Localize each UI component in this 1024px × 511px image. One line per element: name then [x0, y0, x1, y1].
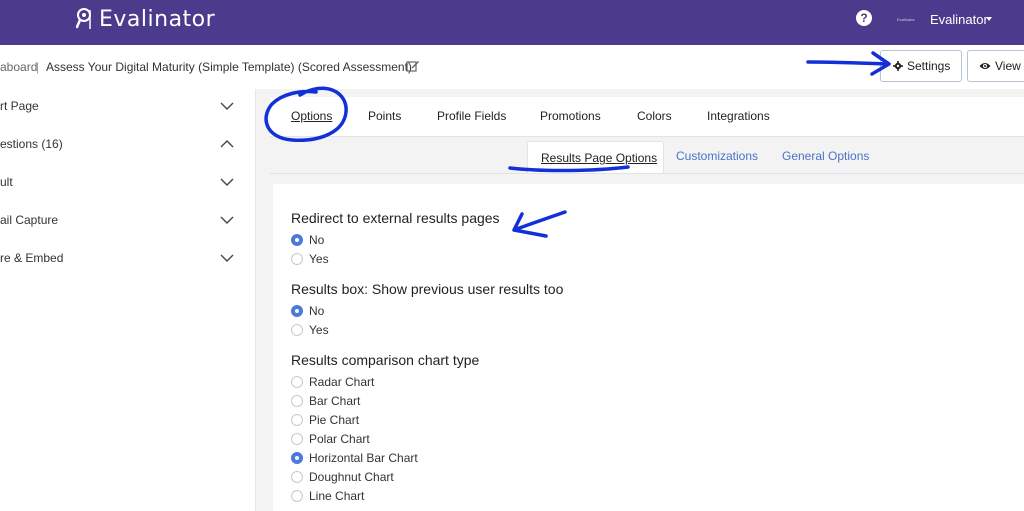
breadcrumb-parent[interactable]: aboard — [0, 60, 37, 74]
radio-button[interactable] — [291, 414, 303, 426]
chevron-down-icon — [220, 216, 234, 224]
settings-button[interactable]: Settings — [880, 50, 962, 82]
question-circle-icon[interactable]: ? — [856, 10, 872, 26]
results-box-title: Results box: Show previous user results … — [291, 281, 564, 297]
radio-button[interactable] — [291, 433, 303, 445]
radio-button[interactable] — [291, 395, 303, 407]
radio-label: Polar Chart — [309, 432, 370, 446]
user-menu[interactable]: Evalinator — [930, 12, 988, 27]
radio-label: Horizontal Bar Chart — [309, 451, 418, 465]
top-header: Evalinator ? Evalinator Evalinator — [0, 0, 1024, 45]
results-box-option-no[interactable]: No — [291, 303, 324, 319]
breadcrumb-separator: | — [36, 60, 40, 74]
edit-icon[interactable] — [406, 59, 420, 73]
radio-label: Bar Chart — [309, 394, 361, 408]
sidebar-item-label: re & Embed — [0, 251, 64, 265]
gear-icon — [893, 61, 903, 71]
redirect-option-no[interactable]: No — [291, 232, 324, 248]
sidebar-item-start-page[interactable]: rt Page — [0, 89, 250, 127]
radio-label: Yes — [309, 323, 329, 337]
view-button-label: View — [995, 59, 1021, 73]
results-box-option-yes[interactable]: Yes — [291, 322, 329, 338]
radio-button[interactable] — [291, 452, 303, 464]
subtab-results-page-options[interactable]: Results Page Options — [527, 141, 664, 173]
sidebar-item-label: ult — [0, 175, 13, 189]
options-subtabs: Results Page Options Customizations Gene… — [270, 137, 1024, 182]
chart-type-title: Results comparison chart type — [291, 352, 480, 368]
redirect-title: Redirect to external results pages — [291, 210, 500, 226]
chart-type-option-pie[interactable]: Pie Chart — [291, 412, 359, 428]
user-avatar-label: Evalinator — [897, 17, 915, 22]
tab-options[interactable]: Options — [291, 109, 332, 123]
chart-type-option-doughnut[interactable]: Doughnut Chart — [291, 469, 394, 485]
sidebar-item-questions[interactable]: estions (16) — [0, 127, 250, 165]
radio-label: Line Chart — [309, 489, 365, 503]
view-button[interactable]: View — [967, 50, 1024, 82]
radio-button[interactable] — [291, 471, 303, 483]
sidebar-item-label: ail Capture — [0, 213, 59, 227]
radio-label: Yes — [309, 252, 329, 266]
caret-down-icon[interactable] — [986, 17, 992, 21]
radio-label: Radar Chart — [309, 375, 375, 389]
tab-colors[interactable]: Colors — [637, 109, 672, 123]
radio-label: Pie Chart — [309, 413, 360, 427]
subtab-label: Results Page Options — [541, 151, 658, 165]
chevron-up-icon — [220, 140, 234, 148]
eye-icon — [979, 63, 991, 69]
radio-label: Doughnut Chart — [309, 470, 394, 484]
chart-type-option-polar[interactable]: Polar Chart — [291, 431, 370, 447]
subtab-divider — [270, 173, 1024, 174]
subtab-customizations[interactable]: Customizations — [676, 149, 758, 163]
tab-points[interactable]: Points — [368, 109, 401, 123]
chart-type-option-radar[interactable]: Radar Chart — [291, 374, 374, 390]
sidebar-item-result[interactable]: ult — [0, 165, 250, 203]
results-page-options-panel: Redirect to external results pages No Ye… — [273, 184, 1024, 511]
radio-button[interactable] — [291, 305, 303, 317]
radio-button[interactable] — [291, 490, 303, 502]
sidebar-item-email-capture[interactable]: ail Capture — [0, 203, 250, 241]
radio-button[interactable] — [291, 253, 303, 265]
subtab-general-options[interactable]: General Options — [782, 149, 869, 163]
brand-name: Evalinator — [99, 6, 216, 32]
tab-promotions[interactable]: Promotions — [540, 109, 601, 123]
chart-type-option-line[interactable]: Line Chart — [291, 488, 364, 504]
sidebar: rt Page estions (16) ult ail Capture re … — [0, 89, 256, 511]
brand-logo[interactable]: Evalinator — [76, 6, 215, 32]
sidebar-item-share-embed[interactable]: re & Embed — [0, 241, 250, 279]
sidebar-item-label: rt Page — [0, 99, 39, 113]
tab-integrations[interactable]: Integrations — [707, 109, 770, 123]
radio-label: No — [309, 233, 325, 247]
redirect-option-yes[interactable]: Yes — [291, 251, 329, 267]
tab-profile-fields[interactable]: Profile Fields — [437, 109, 506, 123]
breadcrumb-current: Assess Your Digital Maturity (Simple Tem… — [46, 60, 412, 74]
chevron-down-icon — [220, 254, 234, 262]
magnifier-logo-icon — [76, 8, 91, 29]
chart-type-option-horizontal-bar[interactable]: Horizontal Bar Chart — [291, 450, 418, 466]
settings-button-label: Settings — [907, 59, 951, 73]
radio-button[interactable] — [291, 324, 303, 336]
main-content: Options Points Profile Fields Promotions… — [256, 89, 1024, 511]
sidebar-item-label: estions (16) — [0, 137, 63, 151]
chevron-down-icon — [220, 102, 234, 110]
radio-button[interactable] — [291, 234, 303, 246]
radio-button[interactable] — [291, 376, 303, 388]
chart-type-option-bar[interactable]: Bar Chart — [291, 393, 360, 409]
chevron-down-icon — [220, 178, 234, 186]
radio-label: No — [309, 304, 325, 318]
options-tabs: Options Points Profile Fields Promotions… — [270, 97, 1024, 137]
